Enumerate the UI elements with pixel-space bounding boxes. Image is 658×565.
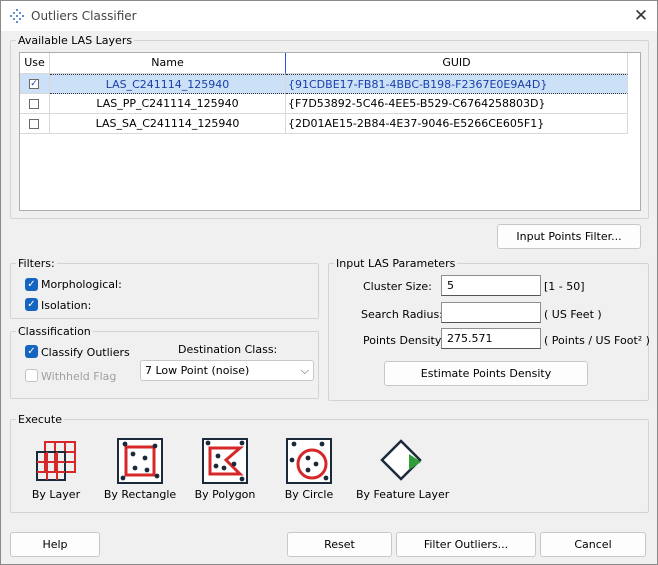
search-radius-input[interactable] (441, 302, 541, 323)
isolation-label: Isolation: (41, 299, 92, 312)
points-density-input[interactable]: 275.571 (441, 328, 541, 349)
estimate-points-density-button[interactable]: Estimate Points Density (384, 361, 588, 386)
layers-group-label: Available LAS Layers (16, 34, 135, 47)
input-points-filter-button[interactable]: Input Points Filter... (497, 224, 641, 249)
isolation-checkbox[interactable]: ✓ (25, 298, 38, 311)
use-checkbox[interactable] (29, 99, 39, 109)
by-circle-tool[interactable]: By Circle (275, 438, 343, 501)
destination-class-value: 7 Low Point (noise) (145, 364, 250, 377)
execute-group-label: Execute (16, 413, 64, 426)
chevron-down-icon: ⌵ (300, 364, 309, 377)
column-header-name[interactable]: Name (50, 53, 286, 74)
column-header-use[interactable]: Use (20, 53, 50, 74)
cluster-size-label: Cluster Size: (363, 280, 432, 293)
by-feature-layer-label: By Feature Layer (356, 488, 450, 501)
guid-cell: {F7D53892-5C46-4EE5-B529-C6764258803D} (286, 94, 628, 114)
filter-outliers-button[interactable]: Filter Outliers... (396, 532, 536, 557)
guid-cell: {2D01AE15-2B84-4E37-9046-E5266CE605F1} (286, 114, 628, 134)
input-params-group-label: Input LAS Parameters (334, 257, 458, 270)
name-cell: LAS_C241114_125940 (50, 74, 286, 94)
morphological-checkbox[interactable]: ✓ (25, 278, 38, 291)
destination-class-select[interactable]: 7 Low Point (noise) ⌵ (140, 360, 314, 381)
column-header-guid[interactable]: GUID (286, 53, 628, 74)
help-button[interactable]: Help (10, 532, 100, 557)
use-checkbox[interactable]: ✓ (29, 79, 39, 89)
by-layer-label: By Layer (31, 488, 81, 501)
title-bar: Outliers Classifier ✕ (1, 1, 657, 31)
classify-outliers-checkbox[interactable]: ✓ (25, 345, 38, 358)
classification-group-label: Classification (16, 325, 93, 338)
by-layer-tool[interactable]: By Layer (21, 438, 91, 501)
app-logo-icon (10, 9, 24, 23)
use-checkbox[interactable] (29, 119, 39, 129)
polygon-selection-icon (202, 438, 248, 484)
by-rectangle-label: By Rectangle (103, 488, 177, 501)
grid-layer-icon (36, 441, 76, 481)
dialog-window: Outliers Classifier ✕ Available LAS Laye… (0, 0, 658, 565)
rectangle-selection-icon (117, 438, 163, 484)
feature-layer-icon (380, 439, 422, 481)
name-cell: LAS_SA_C241114_125940 (50, 114, 286, 134)
classify-outliers-label: Classify Outliers (41, 346, 130, 359)
points-density-label: Points Density: (363, 334, 445, 347)
filters-group-label: Filters: (16, 257, 57, 270)
by-rectangle-tool[interactable]: By Rectangle (101, 438, 179, 501)
layers-table: Use Name GUID ✓ LAS_C241114_125940 {91CD… (19, 52, 641, 211)
cluster-size-input[interactable]: 5 (441, 275, 541, 296)
search-radius-unit: ( US Feet ) (544, 308, 602, 321)
search-radius-label: Search Radius: (361, 308, 443, 321)
by-circle-label: By Circle (284, 488, 334, 501)
by-polygon-tool[interactable]: By Polygon (189, 438, 261, 501)
guid-cell: {91CDBE17-FB81-4BBC-B198-F2367E0E9A4D} (286, 74, 628, 94)
by-feature-layer-tool[interactable]: By Feature Layer (356, 438, 450, 501)
circle-selection-icon (286, 438, 332, 484)
name-cell: LAS_PP_C241114_125940 (50, 94, 286, 114)
withheld-flag-checkbox[interactable] (25, 369, 38, 382)
by-polygon-label: By Polygon (194, 488, 256, 501)
close-icon[interactable]: ✕ (631, 6, 651, 26)
withheld-flag-label: Withheld Flag (41, 370, 117, 383)
morphological-label: Morphological: (41, 278, 122, 291)
window-title: Outliers Classifier (31, 9, 137, 23)
use-cell (20, 114, 50, 134)
cluster-size-range: [1 - 50] (544, 280, 585, 293)
use-cell: ✓ (20, 74, 50, 94)
use-cell (20, 94, 50, 114)
reset-button[interactable]: Reset (287, 532, 392, 557)
cancel-button[interactable]: Cancel (540, 532, 646, 557)
destination-class-label: Destination Class: (178, 343, 278, 356)
points-density-unit: ( Points / US Foot² ) (544, 334, 650, 347)
